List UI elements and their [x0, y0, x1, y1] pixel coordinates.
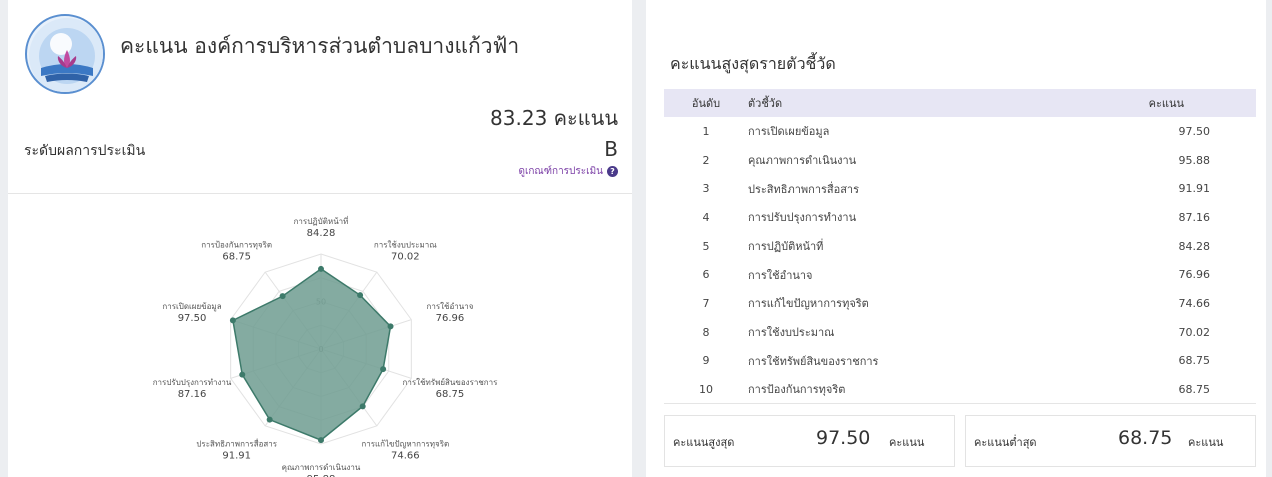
total-score: 83.23 คะแนน [490, 106, 618, 130]
radar-point [387, 323, 394, 330]
ranking-title: คะแนนสูงสุดรายตัวชี้วัด [670, 54, 836, 73]
criteria-link[interactable]: ดูเกณฑ์การประเมิน ? [518, 164, 618, 179]
rank-cell: 4 [702, 210, 710, 224]
ranking-table: อันดับ ตัวชี้วัด คะแนน 1 การเปิดเผยข้อมูล… [664, 89, 1256, 405]
level-label: ระดับผลการประเมิน [24, 143, 146, 159]
min-score-unit: คะแนน [1188, 436, 1224, 449]
radar-category-label: การใช้อำนาจ [427, 302, 474, 311]
help-icon: ? [607, 166, 618, 177]
radar-chart: 050การปฏิบัติหน้าที่84.28การใช้งบประมาณ7… [153, 215, 499, 477]
table-row: 5 การปฏิบัติหน้าที่ 84.28 [664, 232, 1256, 261]
radar-value-label: 84.28 [307, 228, 336, 239]
rank-cell: 7 [702, 296, 710, 310]
radar-category-label: การปรับปรุงการทำงาน [153, 378, 232, 387]
score-cell: 74.66 [1178, 296, 1211, 310]
rank-cell: 6 [702, 268, 710, 282]
radar-point [279, 293, 286, 300]
indicator-cell: การป้องกันการทุจริต [748, 375, 1027, 405]
indicator-cell: คุณภาพการดำเนินงาน [748, 154, 857, 168]
radar-point [359, 403, 366, 410]
score-cell: 91.91 [1178, 182, 1211, 196]
rank-cell: 2 [702, 153, 710, 167]
radar-value-label: 91.91 [222, 451, 251, 462]
header-score: คะแนน [1026, 89, 1256, 117]
radar-point [229, 317, 236, 324]
score-cell: 84.28 [1178, 239, 1211, 253]
radar-category-label: การใช้ทรัพย์สินของราชการ [403, 377, 499, 387]
indicator-cell: การแก้ไขปัญหาการทุจริต [748, 297, 869, 311]
radar-category-label: การป้องกันการทุจริต [201, 240, 272, 249]
score-cell: 95.88 [1178, 153, 1211, 167]
radar-point [357, 292, 364, 299]
min-score-value: 68.75 [1118, 427, 1173, 449]
table-row: 3 ประสิทธิภาพการสื่อสาร 91.91 [664, 174, 1256, 203]
indicator-cell: การปฏิบัติหน้าที่ [748, 240, 824, 254]
org-logo [25, 14, 105, 94]
rank-cell: 8 [702, 325, 710, 339]
indicator-cell: การเปิดเผยข้อมูล [748, 125, 830, 139]
table-row: 10 การป้องกันการทุจริต 68.75 [664, 375, 1256, 405]
score-cell: 97.50 [1178, 124, 1211, 138]
radar-category-label: การเปิดเผยข้อมูล [162, 302, 221, 312]
min-score-box: คะแนนต่ำสุด 68.75 คะแนน [965, 415, 1256, 467]
radar-category-label: การใช้งบประมาณ [374, 240, 437, 249]
indicator-cell: การใช้ทรัพย์สินของราชการ [748, 354, 879, 368]
radar-point [318, 265, 324, 272]
radar-value-label: 68.75 [222, 251, 251, 262]
max-score-unit: คะแนน [889, 436, 925, 449]
radar-point [239, 371, 246, 378]
rank-cell: 10 [664, 375, 748, 405]
min-score-label: คะแนนต่ำสุด [974, 436, 1037, 449]
radar-point [318, 437, 324, 444]
indicator-cell: ประสิทธิภาพการสื่อสาร [748, 182, 860, 196]
radar-value-label: 74.66 [391, 451, 420, 462]
score-cell: 68.75 [1026, 375, 1256, 405]
indicator-cell: การใช้อำนาจ [748, 268, 813, 282]
ranking-header-row: อันดับ ตัวชี้วัด คะแนน [664, 89, 1256, 117]
max-score-label: คะแนนสูงสุด [673, 436, 735, 449]
max-score-box: คะแนนสูงสุด 97.50 คะแนน [664, 415, 955, 467]
rank-cell: 9 [702, 354, 710, 368]
grade-value: B [604, 137, 618, 161]
table-row: 9 การใช้ทรัพย์สินของราชการ 68.75 [664, 347, 1256, 376]
radar-point [380, 366, 387, 373]
score-cell: 87.16 [1178, 210, 1211, 224]
score-cell: 76.96 [1178, 268, 1211, 282]
score-cell: 70.02 [1178, 325, 1211, 339]
table-row: 2 คุณภาพการดำเนินงาน 95.88 [664, 146, 1256, 175]
radar-category-label: การปฏิบัติหน้าที่ [294, 215, 349, 226]
table-row: 7 การแก้ไขปัญหาการทุจริต 74.66 [664, 289, 1256, 318]
criteria-link-label: ดูเกณฑ์การประเมิน [518, 166, 603, 177]
rank-cell: 1 [702, 124, 710, 138]
header-rank: อันดับ [664, 89, 748, 117]
radar-value-label: 76.96 [436, 313, 465, 324]
indicator-cell: การปรับปรุงการทำงาน [748, 211, 857, 225]
divider [8, 193, 632, 194]
table-row: 4 การปรับปรุงการทำงาน 87.16 [664, 203, 1256, 232]
radar-value-label: 68.75 [436, 389, 465, 400]
max-score-value: 97.50 [816, 427, 871, 449]
radar-value-label: 70.02 [391, 251, 420, 262]
radar-category-label: คุณภาพการดำเนินงาน [282, 463, 361, 472]
table-row: 8 การใช้งบประมาณ 70.02 [664, 318, 1256, 347]
table-row: 6 การใช้อำนาจ 76.96 [664, 260, 1256, 289]
radar-point [266, 416, 273, 423]
radar-value-label: 87.16 [178, 389, 207, 400]
radar-category-label: ประสิทธิภาพการสื่อสาร [196, 438, 277, 449]
org-title: คะแนน องค์การบริหารส่วนตำบลบางแก้วฟ้า [120, 34, 520, 58]
indicator-cell: การใช้งบประมาณ [748, 326, 835, 340]
score-panel: คะแนน องค์การบริหารส่วนตำบลบางแก้วฟ้า 83… [8, 0, 632, 477]
radar-category-label: การแก้ไขปัญหาการทุจริต [361, 440, 449, 449]
rank-cell: 3 [702, 182, 710, 196]
header-indicator: ตัวชี้วัด [748, 89, 1027, 117]
ranking-panel: คะแนนสูงสุดรายตัวชี้วัด อันดับ ตัวชี้วัด… [646, 0, 1266, 477]
score-cell: 68.75 [1178, 354, 1211, 368]
radar-value-label: 97.50 [178, 313, 207, 324]
rank-cell: 5 [702, 239, 710, 253]
table-row: 1 การเปิดเผยข้อมูล 97.50 [664, 117, 1256, 146]
